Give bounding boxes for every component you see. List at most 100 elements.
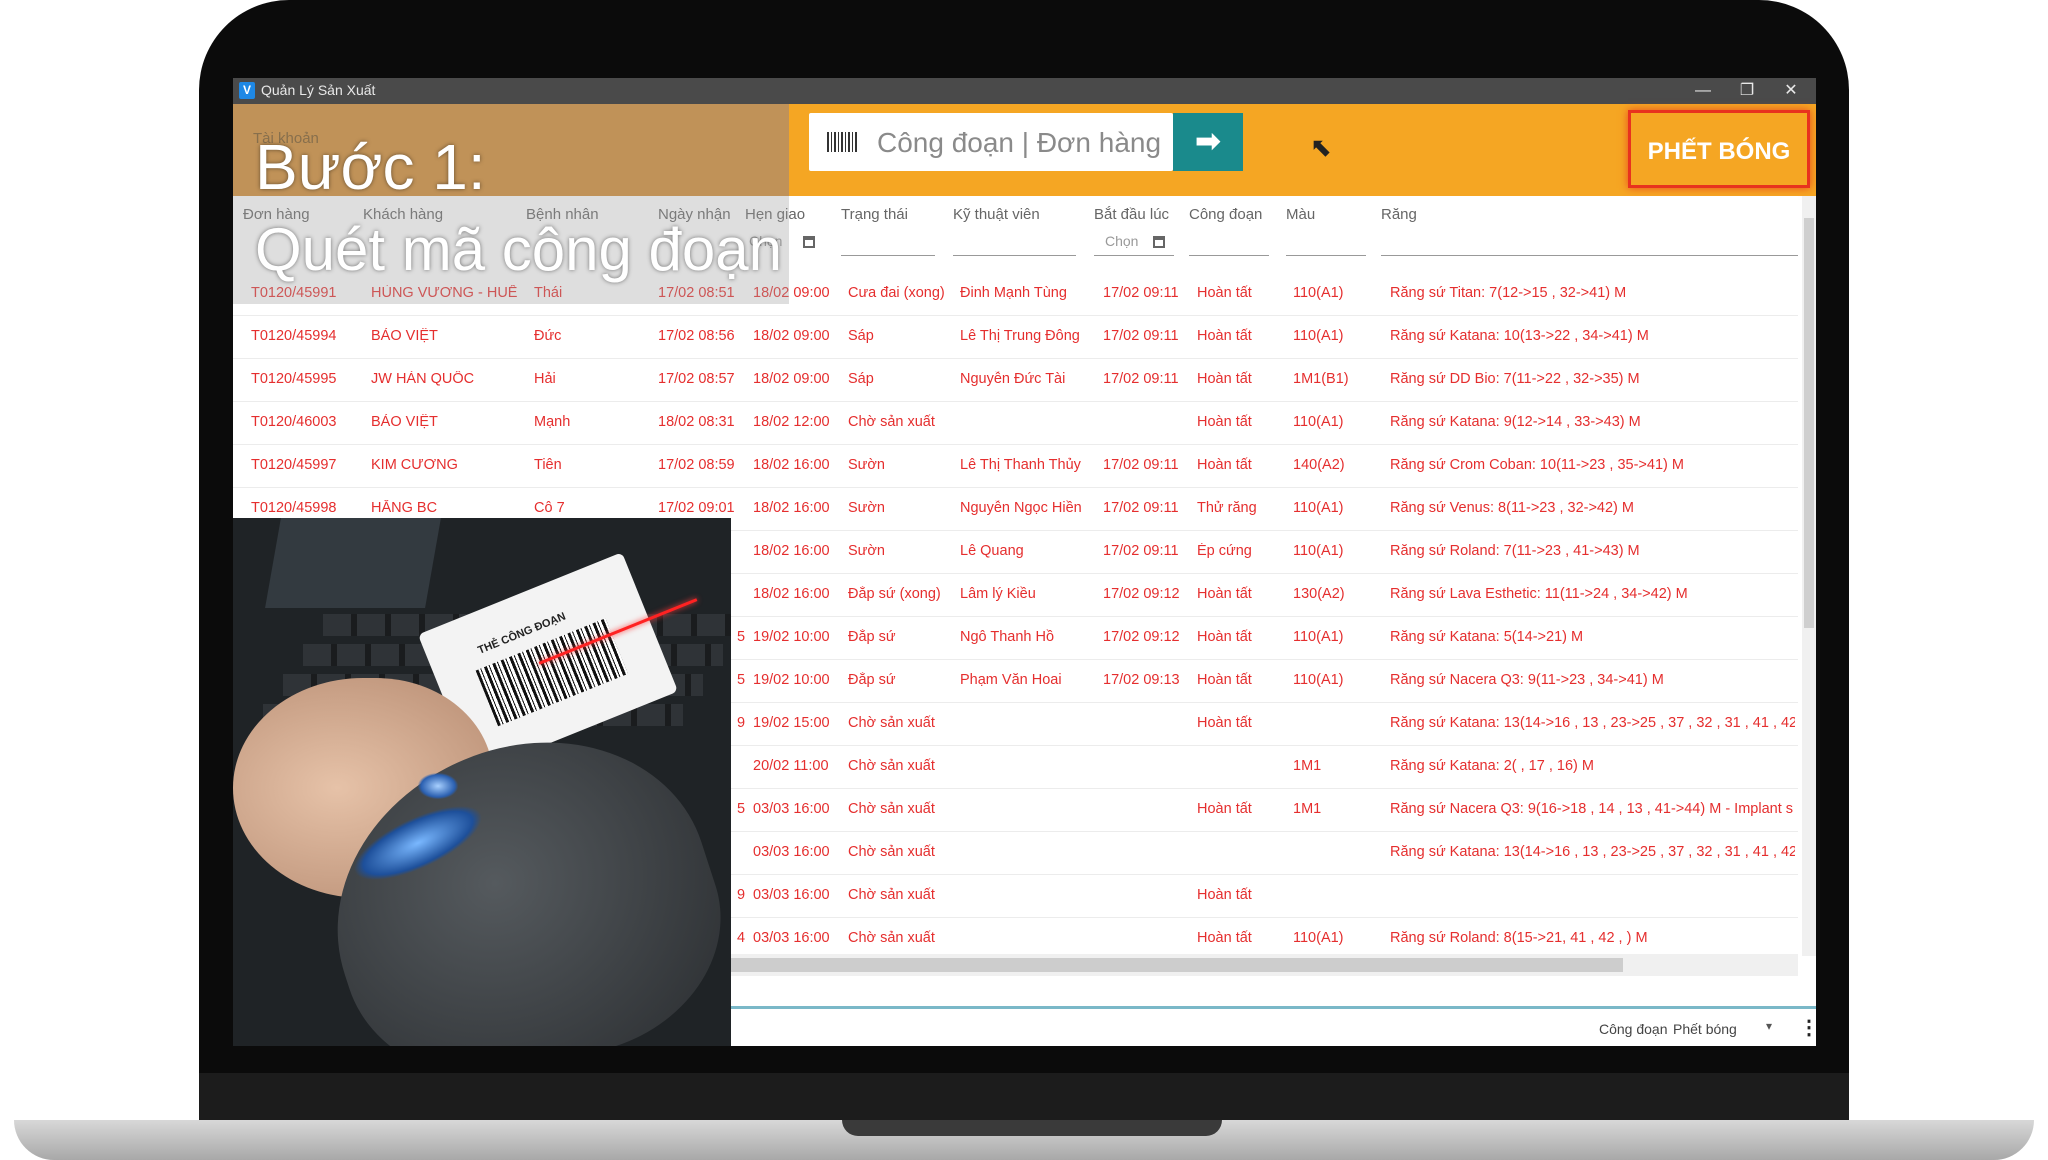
title-bar: V Quản Lý Sản Xuất — ❐ ✕: [233, 78, 1816, 104]
start-date-filter[interactable]: Chọn: [1105, 233, 1138, 249]
arrow-right-icon: ➡: [1195, 125, 1221, 158]
cell-stage: Hoàn tất: [1197, 715, 1252, 731]
cell-customer: KIM CƯƠNG: [371, 457, 458, 473]
cell-status: Chờ sản xuất: [848, 930, 935, 946]
cell-technician: Lê Quang: [960, 543, 1024, 559]
tutorial-step-title: Bước 1:: [255, 131, 486, 203]
cell-order: T0120/45995: [251, 371, 337, 387]
teeth-filter-input[interactable]: [1381, 255, 1798, 256]
mouse-cursor-icon: ⬉: [1310, 132, 1332, 162]
cell-teeth: Răng sứ Crom Coban: 10(11->23 , 35->41) …: [1390, 457, 1684, 473]
column-header-teeth[interactable]: Răng: [1381, 206, 1417, 223]
column-header-color[interactable]: Màu: [1286, 206, 1315, 223]
cell-technician: Nguyễn Ngọc Hiền: [960, 500, 1082, 516]
search-input[interactable]: [875, 123, 1169, 163]
cell-order: T0120/45998: [251, 500, 337, 516]
cell-stage: Hoàn tất: [1197, 457, 1252, 473]
background-laptop-screen: [265, 518, 441, 608]
cell-start: 17/02 09:11: [1103, 500, 1179, 516]
cell-due: 18/02 09:00: [753, 328, 830, 344]
cell-due: 03/03 16:00: [753, 844, 830, 860]
tutorial-step-subtitle: Quét mã công đoạn: [255, 216, 783, 283]
stage-filter-input[interactable]: [1189, 255, 1269, 256]
cell-start: 17/02 09:11: [1103, 457, 1179, 473]
cell-received: 5: [737, 672, 746, 688]
start-filter-input[interactable]: [1094, 255, 1174, 256]
cell-patient: Tiên: [534, 457, 562, 473]
vertical-scrollbar[interactable]: [1802, 196, 1816, 956]
cell-stage: Hoàn tất: [1197, 672, 1252, 688]
table-row[interactable]: T0120/45997 KIM CƯƠNG Tiên 17/02 08:59 18/02…: [233, 444, 1798, 488]
status-filter-input[interactable]: [841, 255, 935, 256]
cell-received: 5: [737, 629, 746, 645]
cell-received: 17/02 09:01: [658, 500, 735, 516]
stage-selector-label: Công đoạn: [1599, 1021, 1668, 1037]
cell-order: T0120/45994: [251, 328, 337, 344]
cell-technician: Lê Thị Trung Đông: [960, 328, 1080, 344]
cell-start: 17/02 09:11: [1103, 328, 1179, 344]
cell-technician: Lê Thị Thanh Thủy: [960, 457, 1081, 473]
cell-stage: Hoàn tất: [1197, 801, 1252, 817]
cell-color: 1M1: [1293, 801, 1322, 817]
cell-due: 18/02 09:00: [753, 371, 830, 387]
cell-technician: Phạm Văn Hoai: [960, 672, 1062, 688]
cell-customer: BẢO VIỆT: [371, 328, 438, 344]
cell-color: 140(A2): [1293, 457, 1345, 473]
scanner-light-icon: [418, 773, 458, 799]
calendar-icon[interactable]: [803, 236, 815, 248]
cell-technician: Ngô Thanh Hồ: [960, 629, 1055, 645]
cell-color: 1M1(B1): [1293, 371, 1349, 387]
cell-received: 17/02 08:57: [658, 371, 735, 387]
cell-due: 19/02 15:00: [753, 715, 830, 731]
cell-stage: Ép cứng: [1197, 543, 1252, 559]
cell-teeth: Răng sứ Katana: 9(12->14 , 33->43) M: [1390, 414, 1641, 430]
cell-patient: Hải: [534, 371, 556, 387]
horizontal-scroll-thumb[interactable]: [703, 958, 1623, 972]
cell-due: 03/03 16:00: [753, 887, 830, 903]
cell-customer: BẢO VIỆT: [371, 414, 438, 430]
cell-due: 18/02 16:00: [753, 500, 830, 516]
cell-color: 110(A1): [1293, 500, 1344, 516]
cell-status: Đắp sứ: [848, 629, 896, 645]
cell-teeth: Răng sứ Lava Esthetic: 11(11->24 , 34->4…: [1390, 586, 1688, 602]
column-header-status[interactable]: Trạng thái: [841, 206, 908, 223]
cell-received: 17/02 08:56: [658, 328, 735, 344]
window-title: Quản Lý Sản Xuất: [261, 82, 376, 98]
table-row[interactable]: T0120/45995 JW HÀN QUỐC Hải 17/02 08:57 18/0…: [233, 358, 1798, 402]
cell-teeth: Răng sứ Roland: 7(11->23 , 41->43) M: [1390, 543, 1640, 559]
cell-due: 18/02 16:00: [753, 543, 830, 559]
technician-filter-input[interactable]: [953, 255, 1076, 256]
table-row[interactable]: T0120/45994 BẢO VIỆT Đức 17/02 08:56 18/02 0…: [233, 315, 1798, 359]
chevron-down-icon[interactable]: ▾: [1766, 1019, 1772, 1033]
cell-teeth: Răng sứ Venus: 8(11->23 , 32->42) M: [1390, 500, 1634, 516]
cell-technician: Đinh Mạnh Tùng: [960, 285, 1067, 301]
more-options-icon[interactable]: ⋮: [1799, 1015, 1816, 1040]
restore-button[interactable]: ❐: [1725, 78, 1769, 104]
cell-patient: Mạnh: [534, 414, 571, 430]
cell-due: 03/03 16:00: [753, 930, 830, 946]
color-filter-input[interactable]: [1286, 255, 1366, 256]
stage-selector[interactable]: Phết bóng: [1673, 1021, 1737, 1037]
laptop-notch: [842, 1120, 1222, 1136]
cell-patient: Cô 7: [534, 500, 565, 516]
cell-color: 130(A2): [1293, 586, 1345, 602]
calendar-icon[interactable]: [1153, 236, 1165, 248]
laptop-bezel: [199, 1073, 1849, 1123]
search-box: [809, 113, 1173, 171]
vertical-scroll-thumb[interactable]: [1804, 218, 1814, 628]
cell-status: Chờ sản xuất: [848, 715, 935, 731]
column-header-stage[interactable]: Công đoạn: [1189, 206, 1262, 223]
cell-received: 9: [737, 715, 746, 731]
table-row[interactable]: T0120/46003 BẢO VIỆT Mạnh 18/02 08:31 18/02 …: [233, 401, 1798, 445]
cell-teeth: Răng sứ Nacera Q3: 9(16->18 , 14 , 13 , …: [1390, 801, 1794, 817]
current-stage-label: PHẾT BÓNG: [1628, 110, 1810, 188]
close-button[interactable]: ✕: [1769, 78, 1813, 104]
search-go-button[interactable]: ➡: [1173, 113, 1243, 171]
cell-color: 110(A1): [1293, 543, 1344, 559]
column-header-start[interactable]: Bắt đầu lúc: [1094, 206, 1169, 223]
cell-teeth: Răng sứ Roland: 8(15->21, 41 , 42 , ) M: [1390, 930, 1648, 946]
cell-status: Sườn: [848, 457, 885, 473]
cell-color: 110(A1): [1293, 328, 1344, 344]
minimize-button[interactable]: —: [1681, 78, 1725, 104]
column-header-technician[interactable]: Kỹ thuật viên: [953, 206, 1040, 223]
